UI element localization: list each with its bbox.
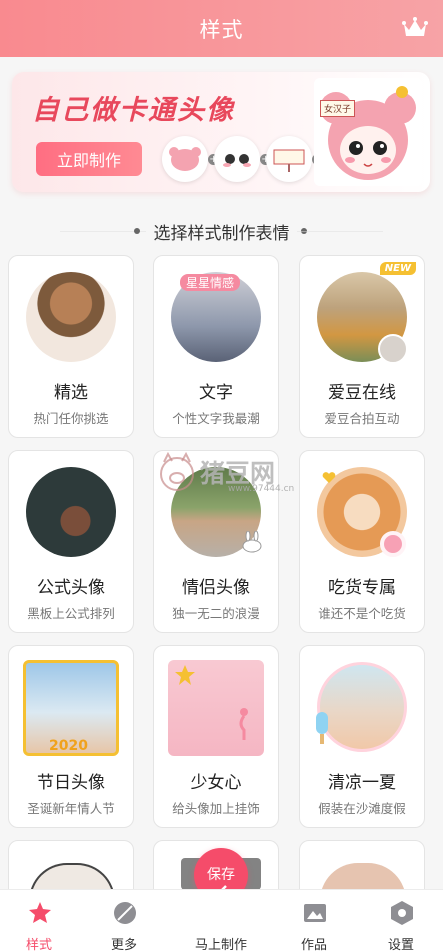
popsicle-sticker-icon — [316, 712, 328, 744]
card-title: 吃货专属 — [328, 578, 396, 598]
cartoon-girl-image: 女汉子 — [314, 78, 422, 186]
page-title: 样式 — [199, 17, 244, 42]
new-badge: NEW — [379, 262, 416, 275]
nav-item-works[interactable]: 作品 — [270, 890, 358, 952]
card-subtitle: 谁还不是个吃货 — [318, 606, 406, 621]
style-card-holiday[interactable]: 2020 节日头像 圣诞新年情人节 — [8, 645, 134, 828]
card-subtitle: 圣诞新年情人节 — [27, 801, 115, 816]
card-subtitle: 给头像加上挂饰 — [172, 801, 260, 816]
style-card-formula[interactable]: 公式头像 黑板上公式排列 — [8, 450, 134, 633]
nav-item-style[interactable]: 样式 — [0, 890, 83, 952]
diy-cartoon-banner[interactable]: 自己做卡通头像 立即制作 + + = 女汉子 — [12, 72, 430, 192]
flamingo-sticker-icon — [239, 708, 248, 740]
nav-label: 作品 — [300, 938, 327, 952]
app-header: 样式 — [0, 0, 443, 57]
card-subtitle: 爱豆合拍互动 — [324, 411, 400, 426]
nav-item-more[interactable]: 更多 — [80, 890, 168, 952]
nav-label: 设置 — [387, 938, 414, 952]
card-title: 节日头像 — [37, 773, 105, 793]
card-subtitle: 个性文字我最潮 — [172, 411, 260, 426]
card-title: 公式头像 — [37, 578, 105, 598]
nav-label: 更多 — [110, 938, 137, 952]
card-title: 精选 — [54, 383, 88, 403]
card-subtitle: 热门任你挑选 — [33, 411, 109, 426]
style-card-couple[interactable]: 情侣头像 独一无二的浪漫 — [153, 450, 279, 633]
year-label: 2020 — [49, 738, 88, 754]
card-title: 清凉一夏 — [328, 773, 396, 793]
card-subtitle: 黑板上公式排列 — [27, 606, 115, 621]
banner-sign-text: 女汉子 — [320, 100, 356, 117]
heart-sticker-icon — [322, 472, 336, 483]
gallery-icon — [304, 904, 326, 922]
featured-thumbnail — [26, 272, 116, 362]
formula-thumbnail — [26, 467, 116, 557]
card-subtitle: 假装在沙滩度假 — [318, 801, 406, 816]
text-overlay-label: 星星情感 — [180, 274, 241, 291]
nav-label: 马上制作 — [194, 938, 247, 952]
hair-step-icon — [162, 136, 208, 182]
card-title: 爱豆在线 — [328, 383, 396, 403]
style-card-girlish[interactable]: 少女心 给头像加上挂饰 — [153, 645, 279, 828]
style-card-featured[interactable]: 精选 热门任你挑选 — [8, 255, 134, 438]
bottom-navigation: 样式 更多 马上制作 作品 设置 — [0, 889, 443, 952]
card-title: 少女心 — [190, 773, 242, 793]
style-card-text[interactable]: 星星情感 文字 个性文字我最潮 — [153, 255, 279, 438]
sign-step-icon — [266, 136, 312, 182]
nav-item-make-now[interactable]: 马上制作 — [177, 890, 265, 952]
make-now-button[interactable]: 立即制作 — [36, 142, 142, 176]
style-card-foodie[interactable]: 吃货专属 谁还不是个吃货 — [299, 450, 425, 633]
card-title: 文字 — [199, 383, 233, 403]
nav-item-settings[interactable]: 设置 — [357, 890, 443, 952]
star-sticker-icon — [175, 665, 195, 685]
style-card-summer[interactable]: 清凉一夏 假装在沙滩度假 — [299, 645, 425, 828]
save-label: 保存 — [207, 867, 235, 883]
card-subtitle: 独一无二的浪漫 — [172, 606, 260, 621]
crown-icon[interactable] — [401, 16, 429, 40]
bunny-sticker-icon — [242, 531, 262, 553]
card-title: 情侣头像 — [182, 578, 250, 598]
face-step-icon — [214, 136, 260, 182]
banner-title: 自己做卡通头像 — [32, 95, 235, 126]
donut-sticker-icon — [380, 531, 406, 557]
summer-thumbnail — [317, 662, 407, 752]
settings-hex-icon — [391, 901, 413, 925]
compass-icon — [114, 902, 136, 924]
idol-avatar — [378, 334, 408, 364]
nav-label: 样式 — [25, 938, 52, 952]
style-card-idol[interactable]: NEW 爱豆在线 爱豆合拍互动 — [299, 255, 425, 438]
style-brush-icon — [29, 902, 51, 923]
